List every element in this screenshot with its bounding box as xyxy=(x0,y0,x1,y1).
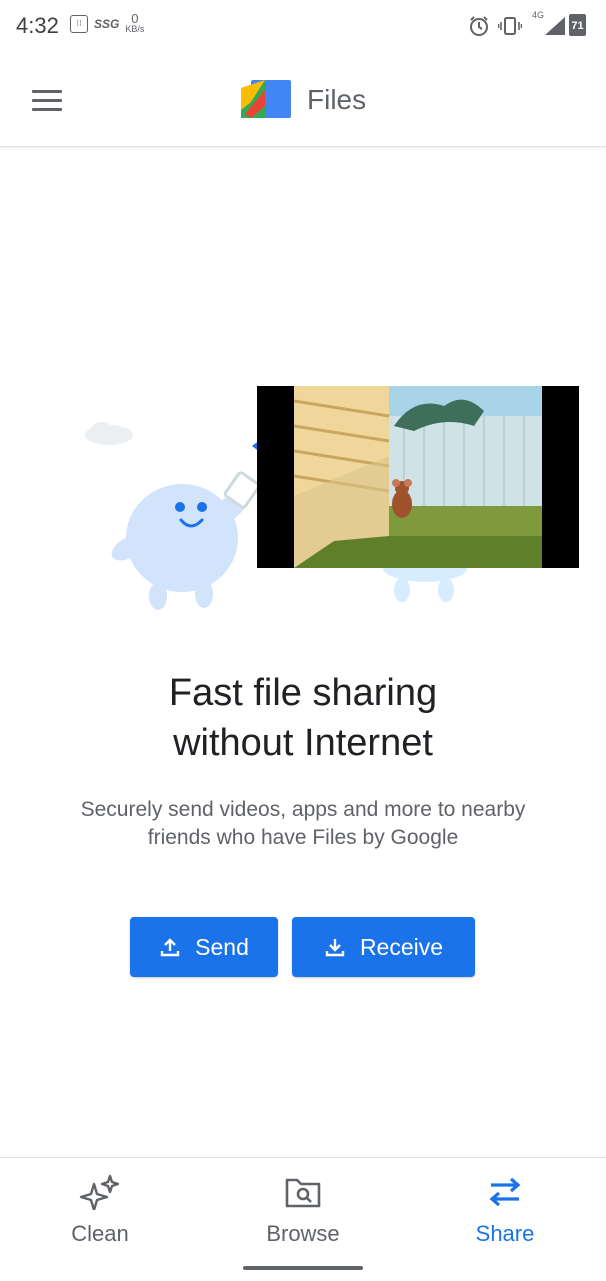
nav-item-share[interactable]: Share xyxy=(425,1174,585,1247)
alarm-icon xyxy=(470,16,488,36)
folder-search-icon xyxy=(285,1178,321,1208)
battery-level: 71 xyxy=(571,20,584,32)
nav-item-clean[interactable]: Clean xyxy=(20,1174,180,1247)
send-button[interactable]: Send xyxy=(130,917,278,977)
status-bar: 4:32 ⁝⁝ SSG 0 KB/s 4G 71 xyxy=(0,0,606,54)
carrier-label: SSG xyxy=(94,17,120,31)
net-speed: 0 KB/s xyxy=(125,11,145,34)
upload-icon xyxy=(160,938,180,957)
headline-line-2: without Internet xyxy=(173,722,433,764)
vibrate-icon xyxy=(498,17,522,35)
status-left-icons: ⁝⁝ SSG 0 KB/s xyxy=(70,11,145,34)
network-type: 4G xyxy=(532,10,545,20)
nav-label-share: Share xyxy=(475,1221,535,1246)
nav-label-browse: Browse xyxy=(266,1221,340,1246)
signal-icon xyxy=(545,17,565,35)
status-right-icons: 4G 71 xyxy=(468,10,590,38)
nav-label-clean: Clean xyxy=(71,1221,129,1246)
battery-icon: 71 xyxy=(569,14,586,36)
share-description: Securely send videos, apps and more to n… xyxy=(80,798,526,849)
download-icon xyxy=(325,939,345,957)
sparkle-icon xyxy=(79,1174,120,1212)
share-headline: Fast file sharing without Internet xyxy=(0,668,606,768)
net-speed-value: 0 xyxy=(131,11,139,26)
video-preview[interactable] xyxy=(257,386,579,568)
video-frame-image xyxy=(294,386,542,568)
receive-button[interactable]: Receive xyxy=(292,917,475,977)
headline-line-1: Fast file sharing xyxy=(168,672,438,714)
app-title: Files xyxy=(307,84,367,115)
net-speed-unit: KB/s xyxy=(125,24,145,34)
menu-button[interactable] xyxy=(26,84,68,118)
receive-label: Receive xyxy=(359,933,444,960)
status-time: 4:32 xyxy=(16,13,59,38)
files-logo xyxy=(241,80,291,118)
app-bar: Files xyxy=(0,54,606,147)
signal-group: 4G 71 xyxy=(530,10,590,38)
bottom-navigation: Clean Browse Share xyxy=(0,1157,606,1281)
swap-arrows-icon xyxy=(489,1177,521,1207)
send-label: Send xyxy=(195,933,249,960)
calculator-icon: ⁝⁝ xyxy=(70,15,88,33)
home-indicator[interactable] xyxy=(243,1266,363,1270)
nav-item-browse[interactable]: Browse xyxy=(223,1174,383,1247)
